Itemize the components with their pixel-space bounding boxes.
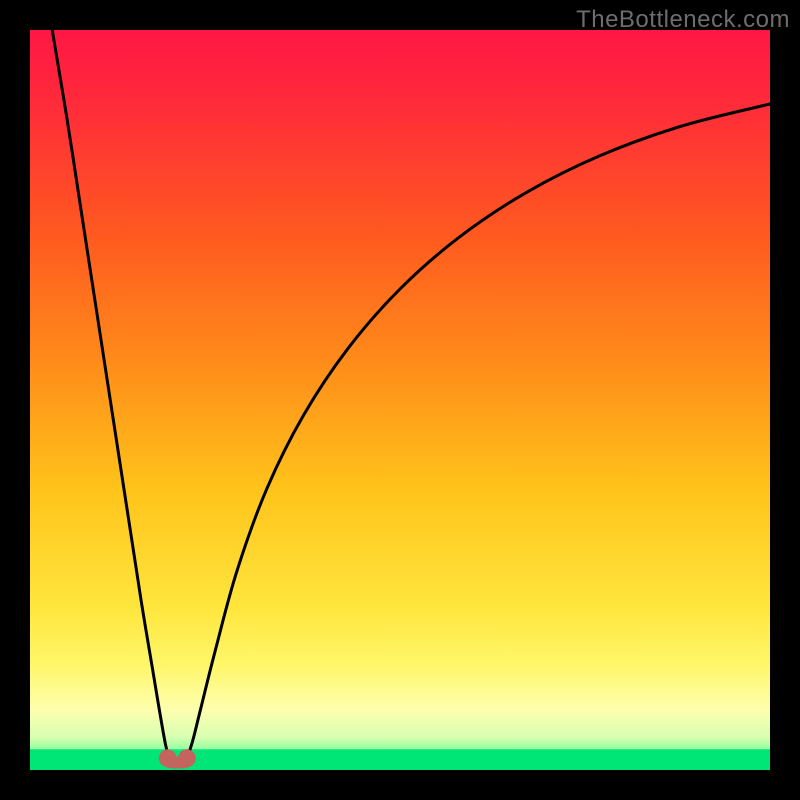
bottleneck-chart	[30, 30, 770, 770]
gradient-background	[30, 30, 770, 770]
chart-frame: TheBottleneck.com	[0, 0, 800, 800]
valley-right-dot	[178, 749, 196, 767]
plot-area	[30, 30, 770, 770]
green-baseline-band	[30, 749, 770, 770]
valley-left-dot	[159, 749, 177, 767]
